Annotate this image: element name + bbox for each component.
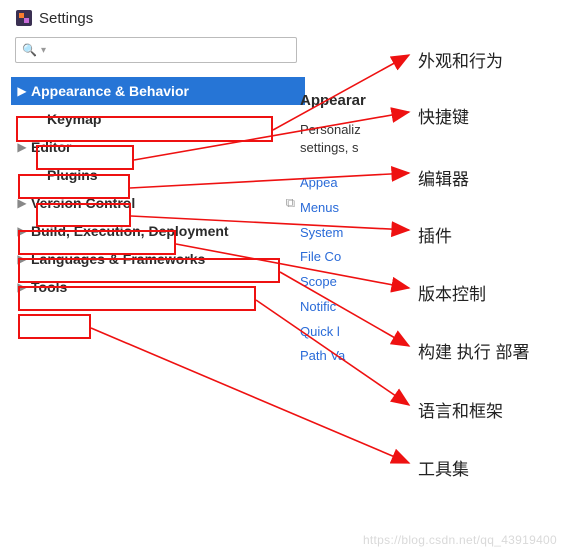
annotation-editor: 编辑器 [418, 165, 469, 190]
tree-item-appearance[interactable]: ▶ Appearance & Behavior [11, 77, 305, 105]
search-icon: 🔍 [22, 43, 37, 57]
annotation-appearance: 外观和行为 [418, 47, 503, 72]
detail-link[interactable]: Quick l [300, 320, 370, 345]
detail-link[interactable]: Notific [300, 295, 370, 320]
annotation-plugins: 插件 [418, 222, 452, 247]
watermark: https://blog.csdn.net/qq_43919400 [363, 533, 557, 547]
detail-link[interactable]: Menus [300, 196, 370, 221]
annotation-tools: 工具集 [418, 455, 469, 480]
expand-icon: ▶ [17, 84, 27, 98]
search-field[interactable] [50, 43, 290, 58]
highlight-box [18, 174, 130, 199]
window-title: Settings [39, 10, 93, 27]
detail-link[interactable]: File Co [300, 245, 370, 270]
copy-icon: ⧉ [286, 195, 295, 211]
app-icon [15, 9, 33, 27]
annotation-languages: 语言和框架 [418, 397, 503, 422]
highlight-box [16, 116, 273, 142]
detail-link[interactable]: System [300, 221, 370, 246]
search-input[interactable]: 🔍 ▾ [15, 37, 297, 63]
highlight-box [18, 230, 176, 255]
detail-heading: Appearar [300, 92, 370, 109]
detail-link[interactable]: Appea [300, 171, 370, 196]
tree-item-label: Appearance & Behavior [31, 83, 189, 99]
highlight-box [18, 314, 91, 339]
dropdown-icon: ▾ [41, 45, 46, 56]
annotation-vcs: 版本控制 [418, 280, 486, 305]
annotation-keymap: 快捷键 [418, 103, 469, 128]
annotation-build: 构建 执行 部署 [418, 338, 529, 363]
title-bar: Settings [9, 7, 307, 37]
detail-pane: Appearar Personaliz settings, s Appea Me… [300, 92, 370, 369]
detail-link[interactable]: Scope [300, 270, 370, 295]
detail-link[interactable]: Path Va [300, 344, 370, 369]
expand-icon: ▶ [17, 140, 27, 154]
highlight-box [18, 286, 256, 311]
highlight-box [36, 145, 134, 170]
highlight-box [36, 203, 131, 227]
detail-subtext: Personaliz settings, s [300, 121, 370, 157]
highlight-box [18, 258, 280, 283]
